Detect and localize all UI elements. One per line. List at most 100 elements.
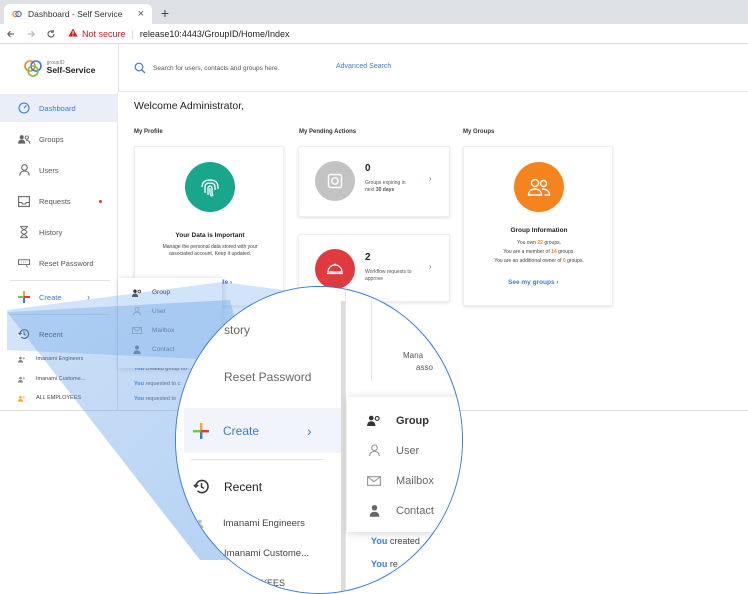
zoom-activity-actor: You xyxy=(371,536,388,546)
groups-addl-prefix: You are an additional owner of xyxy=(494,258,563,264)
zoom-menu-label-contact: Contact xyxy=(396,504,434,517)
zoom-menu-item-mailbox: Mailbox xyxy=(367,474,434,487)
history-clock-icon xyxy=(18,328,30,340)
groups-member-prefix: You are a member of xyxy=(503,249,552,255)
search-input[interactable] xyxy=(153,61,293,75)
expiring-groups-card[interactable]: 0 Groups expiring in next 30 days › xyxy=(298,146,450,217)
expiring-group-icon xyxy=(315,161,355,201)
sidebar-item-reset-password[interactable]: Reset Password xyxy=(0,249,118,277)
zoom-menu-label-user: User xyxy=(396,444,420,457)
sidebar-label-dashboard: Dashboard xyxy=(39,103,76,113)
section-title-my-profile: My Profile xyxy=(134,129,163,135)
sidebar-item-history[interactable]: History xyxy=(0,218,118,246)
create-menu-item-user[interactable]: User xyxy=(132,307,166,316)
sidebar-item-requests[interactable]: Requests xyxy=(0,187,118,215)
browser-address-bar: Not secure | release10:4443/GroupID/Home… xyxy=(0,24,748,44)
zoom-divider xyxy=(191,459,323,460)
zoom-magnifier: story Reset Password Create › Recent Ima… xyxy=(175,286,463,594)
sidebar-item-create[interactable]: Create › xyxy=(0,283,118,311)
groups-icon xyxy=(514,162,564,212)
tab-close-icon[interactable]: × xyxy=(138,8,144,20)
back-arrow-icon[interactable] xyxy=(2,25,20,43)
sidebar-label-create: Create xyxy=(39,292,62,302)
tab-title: Dashboard - Self Service xyxy=(28,9,123,19)
browser-tabstrip: Dashboard - Self Service × + xyxy=(0,0,748,24)
recent-item[interactable]: ALL EMPLOYEES xyxy=(18,394,81,402)
omnibox[interactable]: Not secure | release10:4443/GroupID/Home… xyxy=(68,28,289,40)
inbox-tray-icon xyxy=(18,195,30,207)
zoom-recent-item-label: LOYEES xyxy=(249,578,286,588)
sidebar-item-recent[interactable]: Recent xyxy=(0,320,118,348)
expiring-days: 30 days xyxy=(375,186,395,193)
group-icon xyxy=(18,355,26,363)
sidebar-divider xyxy=(10,314,110,315)
zoom-groups-icon xyxy=(367,414,381,427)
zoom-sidebar-item-history: story xyxy=(224,323,250,337)
create-menu-item-group[interactable]: Group xyxy=(132,288,170,297)
zoom-menu-label-group: Group xyxy=(396,414,429,427)
see-my-groups-text: See my groups xyxy=(508,279,555,286)
workflow-count: 2 xyxy=(365,252,371,263)
user-icon xyxy=(132,307,142,316)
sidebar-item-groups[interactable]: Groups xyxy=(0,125,118,153)
chevron-right-icon[interactable]: › xyxy=(429,174,432,183)
zoom-create-menu: Group User Mailbox Contact xyxy=(347,397,462,532)
sidebar: Dashboard Groups Users Requests History … xyxy=(0,92,118,411)
create-menu-item-contact[interactable]: Contact xyxy=(132,345,174,354)
mailbox-envelope-icon xyxy=(132,326,142,335)
reload-icon[interactable] xyxy=(42,25,60,43)
create-menu-item-mailbox[interactable]: Mailbox xyxy=(132,326,174,335)
zoom-sidebar-item-reset-password: Reset Password xyxy=(224,370,311,384)
contact-icon xyxy=(132,345,142,354)
groups-owned-text: You own 22 groups. xyxy=(464,240,614,247)
zoom-recent-item: Imanami Custome... xyxy=(224,548,309,559)
groups-icon xyxy=(132,288,142,297)
zoom-activity-actor: You xyxy=(371,559,388,569)
zoom-recent-item: LOYEES xyxy=(249,578,285,588)
zoom-recent-item-label: Imanami Engineers xyxy=(223,518,305,529)
browser-tab[interactable]: Dashboard - Self Service × xyxy=(4,4,152,24)
expiring-line2: next xyxy=(365,186,376,193)
zoom-activity-text: created xyxy=(387,536,420,546)
plus-icon xyxy=(18,291,30,303)
zoom-scrollbar xyxy=(341,301,345,591)
zoom-activity-item: You created xyxy=(371,536,420,546)
recent-item[interactable]: Imanami Custome... xyxy=(18,375,85,383)
expiring-text: Groups expiring in next 30 days xyxy=(365,180,406,194)
hourglass-icon xyxy=(18,226,30,238)
logo-name: Self-Service xyxy=(46,65,96,76)
forward-arrow-icon[interactable] xyxy=(22,25,40,43)
zoom-recent-item-label: Imanami Custome... xyxy=(224,548,309,559)
sidebar-item-dashboard[interactable]: Dashboard xyxy=(0,94,118,122)
zoom-sidebar-item-recent: Recent xyxy=(193,478,262,495)
sidebar-label-reset-password: Reset Password xyxy=(39,258,94,268)
profile-card-text: Manage the personal data stored with you… xyxy=(162,244,258,257)
sidebar-label-users: Users xyxy=(39,165,59,175)
recent-item[interactable]: Imanami Engineers xyxy=(18,355,83,363)
warning-triangle-icon xyxy=(68,28,78,40)
zoom-contact-icon xyxy=(367,504,381,517)
chevron-right-icon: › xyxy=(556,279,559,286)
group-icon xyxy=(18,375,26,383)
approval-bell-icon xyxy=(315,249,355,289)
zoom-user-icon xyxy=(367,444,381,457)
url-text: release10:4443/GroupID/Home/Index xyxy=(139,28,290,39)
group-information-card: Group Information You own 22 groups. You… xyxy=(463,146,613,306)
new-tab-button[interactable]: + xyxy=(156,4,174,22)
create-menu-label-mailbox: Mailbox xyxy=(152,327,175,334)
chevron-right-icon: › xyxy=(87,292,90,302)
group-info-title: Group Information xyxy=(510,227,568,234)
chevron-right-icon[interactable]: › xyxy=(429,262,432,271)
activity-item: You requested to xyxy=(134,396,176,402)
sidebar-item-users[interactable]: Users xyxy=(0,156,118,184)
zoom-menu-label-mailbox: Mailbox xyxy=(396,474,434,487)
zoom-history-label: story xyxy=(224,323,251,337)
advanced-search-link[interactable]: Advanced Search xyxy=(336,63,391,70)
create-menu-label-contact: Contact xyxy=(152,346,175,353)
app-logo[interactable]: groupID Self-Service xyxy=(0,44,118,92)
section-title-pending-actions: My Pending Actions xyxy=(299,129,357,135)
see-my-groups-link[interactable]: See my groups › xyxy=(508,279,559,286)
recent-item-label: Imanami Custome... xyxy=(36,376,86,382)
sidebar-label-groups: Groups xyxy=(39,134,64,144)
my-profile-link[interactable]: ile › xyxy=(221,279,232,286)
